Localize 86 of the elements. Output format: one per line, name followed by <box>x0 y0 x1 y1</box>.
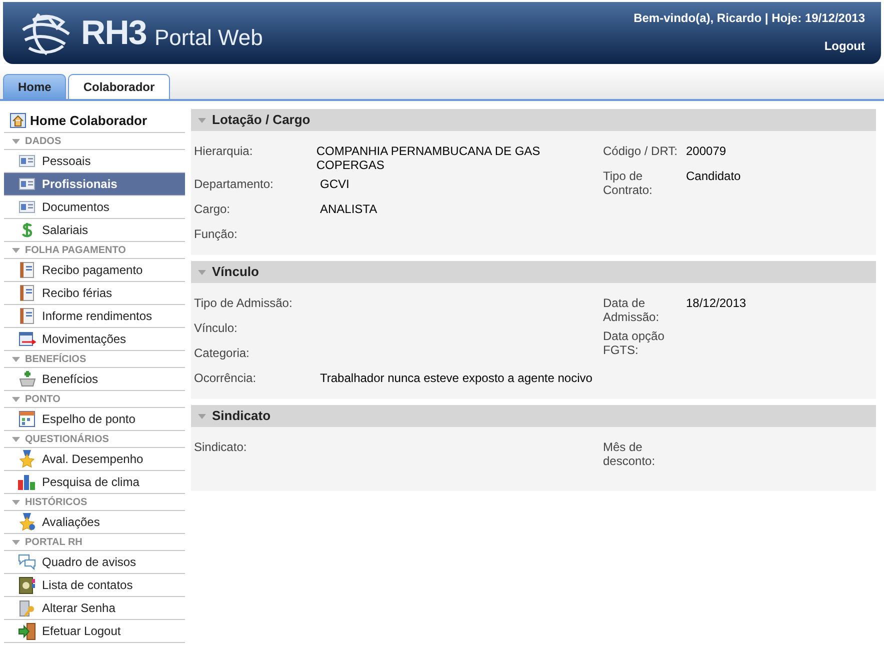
field-label: Cargo: <box>194 202 232 216</box>
sidebar-item[interactable]: Benefícios <box>4 368 185 391</box>
collapse-triangle-icon <box>12 138 20 144</box>
field-value: Trabalhador nunca esteve exposto a agente nocivo <box>320 371 592 385</box>
spreadsheet-icon <box>18 332 36 346</box>
address-book-icon <box>19 576 35 594</box>
sidebar-item[interactable]: Aval. Desempenho <box>4 448 185 471</box>
field-label: Data de Admissão: <box>603 296 660 324</box>
dollar-icon <box>21 222 33 238</box>
field-value: Candidato <box>686 169 741 183</box>
speech-bubbles-icon <box>18 554 36 570</box>
section-title: Lotação / Cargo <box>212 111 310 130</box>
sidebar-item[interactable]: Informe rendimentos <box>4 305 185 328</box>
logo-text: Portal Web <box>154 24 263 52</box>
sidebar-item[interactable]: Pesquisa de clima <box>4 471 185 494</box>
logo-mark: RH3 <box>81 12 146 54</box>
tab[interactable]: Colaborador <box>68 74 170 99</box>
section-title: Vínculo <box>212 263 259 282</box>
sidebar-item[interactable]: Lista de contatos <box>4 574 185 597</box>
field-label: Hierarquia: <box>194 144 254 158</box>
logout-link[interactable]: Logout <box>824 37 865 55</box>
collapse-triangle-icon <box>198 118 206 122</box>
section-header[interactable]: Lotação / Cargo <box>191 109 876 131</box>
sidebar-item[interactable]: Alterar Senha <box>4 597 185 620</box>
sidebar-group-title: QUESTIONÁRIOS <box>25 432 109 446</box>
home-icon <box>10 113 26 128</box>
welcome-text: Bem-vindo(a), Ricardo | Hoje: 19/12/2013 <box>634 10 865 27</box>
sidebar-group-title: DADOS <box>25 134 62 148</box>
sidebar-item[interactable]: Profissionais <box>4 173 185 196</box>
globe-logo-icon <box>19 10 73 56</box>
sidebar-item[interactable]: Quadro de avisos <box>4 551 185 574</box>
bar-chart-icon <box>18 474 36 490</box>
id-card-icon <box>19 178 35 190</box>
basket-icon <box>18 371 36 387</box>
notebook-icon <box>20 285 34 301</box>
field-label: Categoria: <box>194 346 250 360</box>
sidebar-item[interactable]: Avaliações <box>4 511 185 534</box>
field-label: Função: <box>194 227 238 241</box>
notebook-icon <box>20 308 34 324</box>
field-label: Tipo de Contrato: <box>603 169 654 197</box>
field-value: ANALISTA <box>320 202 378 216</box>
sidebar-group-title: PORTAL RH <box>25 536 82 550</box>
field-label: Ocorrência: <box>194 371 258 385</box>
field-label: Código / DRT: <box>603 144 678 158</box>
collapse-triangle-icon <box>198 414 206 418</box>
field-label: Mês de desconto: <box>603 440 656 468</box>
collapse-triangle-icon <box>12 356 20 362</box>
sidebar-item[interactable]: Recibo férias <box>4 282 185 305</box>
field-value: COMPANHIA PERNAMBUCANA DE GAS COPERGAS <box>316 144 542 172</box>
collapse-triangle-icon <box>12 500 20 504</box>
medal-star-icon <box>18 513 36 531</box>
sidebar-item[interactable]: Recibo pagamento <box>4 259 185 282</box>
tab[interactable]: Home <box>3 74 66 99</box>
sidebar-item[interactable]: Espelho de ponto <box>4 408 185 431</box>
exit-door-icon <box>18 622 36 640</box>
sidebar-group-title: PONTO <box>25 392 60 406</box>
collapse-triangle-icon <box>198 270 206 274</box>
sidebar-item[interactable]: Salariais <box>4 219 185 242</box>
collapse-triangle-icon <box>12 540 20 544</box>
sidebar-item[interactable]: Efetuar Logout <box>4 620 185 643</box>
field-value: GCVI <box>320 177 350 191</box>
notebook-icon <box>20 262 34 278</box>
sidebar-group-title: BENEFÍCIOS <box>25 352 86 366</box>
id-card-icon <box>19 155 35 167</box>
calendar-icon <box>19 411 35 427</box>
sidebar-group-title: HISTÓRICOS <box>25 495 88 510</box>
collapse-triangle-icon <box>12 396 20 402</box>
field-label: Departamento: <box>194 177 274 191</box>
key-icon <box>18 600 36 616</box>
field-label: Sindicato: <box>194 440 248 454</box>
section-header[interactable]: Vínculo <box>191 261 876 283</box>
collapse-triangle-icon <box>12 436 20 442</box>
field-label: Vínculo: <box>194 321 238 335</box>
field-label: Data opção FGTS: <box>603 329 666 357</box>
id-card-icon <box>19 201 35 213</box>
field-value: 18/12/2013 <box>686 296 746 310</box>
sidebar-item[interactable]: Documentos <box>4 196 185 219</box>
field-label: Tipo de Admissão: <box>194 296 294 310</box>
collapse-triangle-icon <box>12 248 20 252</box>
star-medal-icon <box>18 450 36 468</box>
section-header[interactable]: Sindicato <box>191 405 876 427</box>
sidebar-group-title: FOLHA PAGAMENTO <box>25 244 126 258</box>
field-value: 200079 <box>686 144 726 158</box>
sidebar-item[interactable]: Movimentações <box>4 328 185 351</box>
section-title: Sindicato <box>212 407 271 426</box>
sidebar-home-link[interactable]: Home Colaborador <box>4 109 185 133</box>
